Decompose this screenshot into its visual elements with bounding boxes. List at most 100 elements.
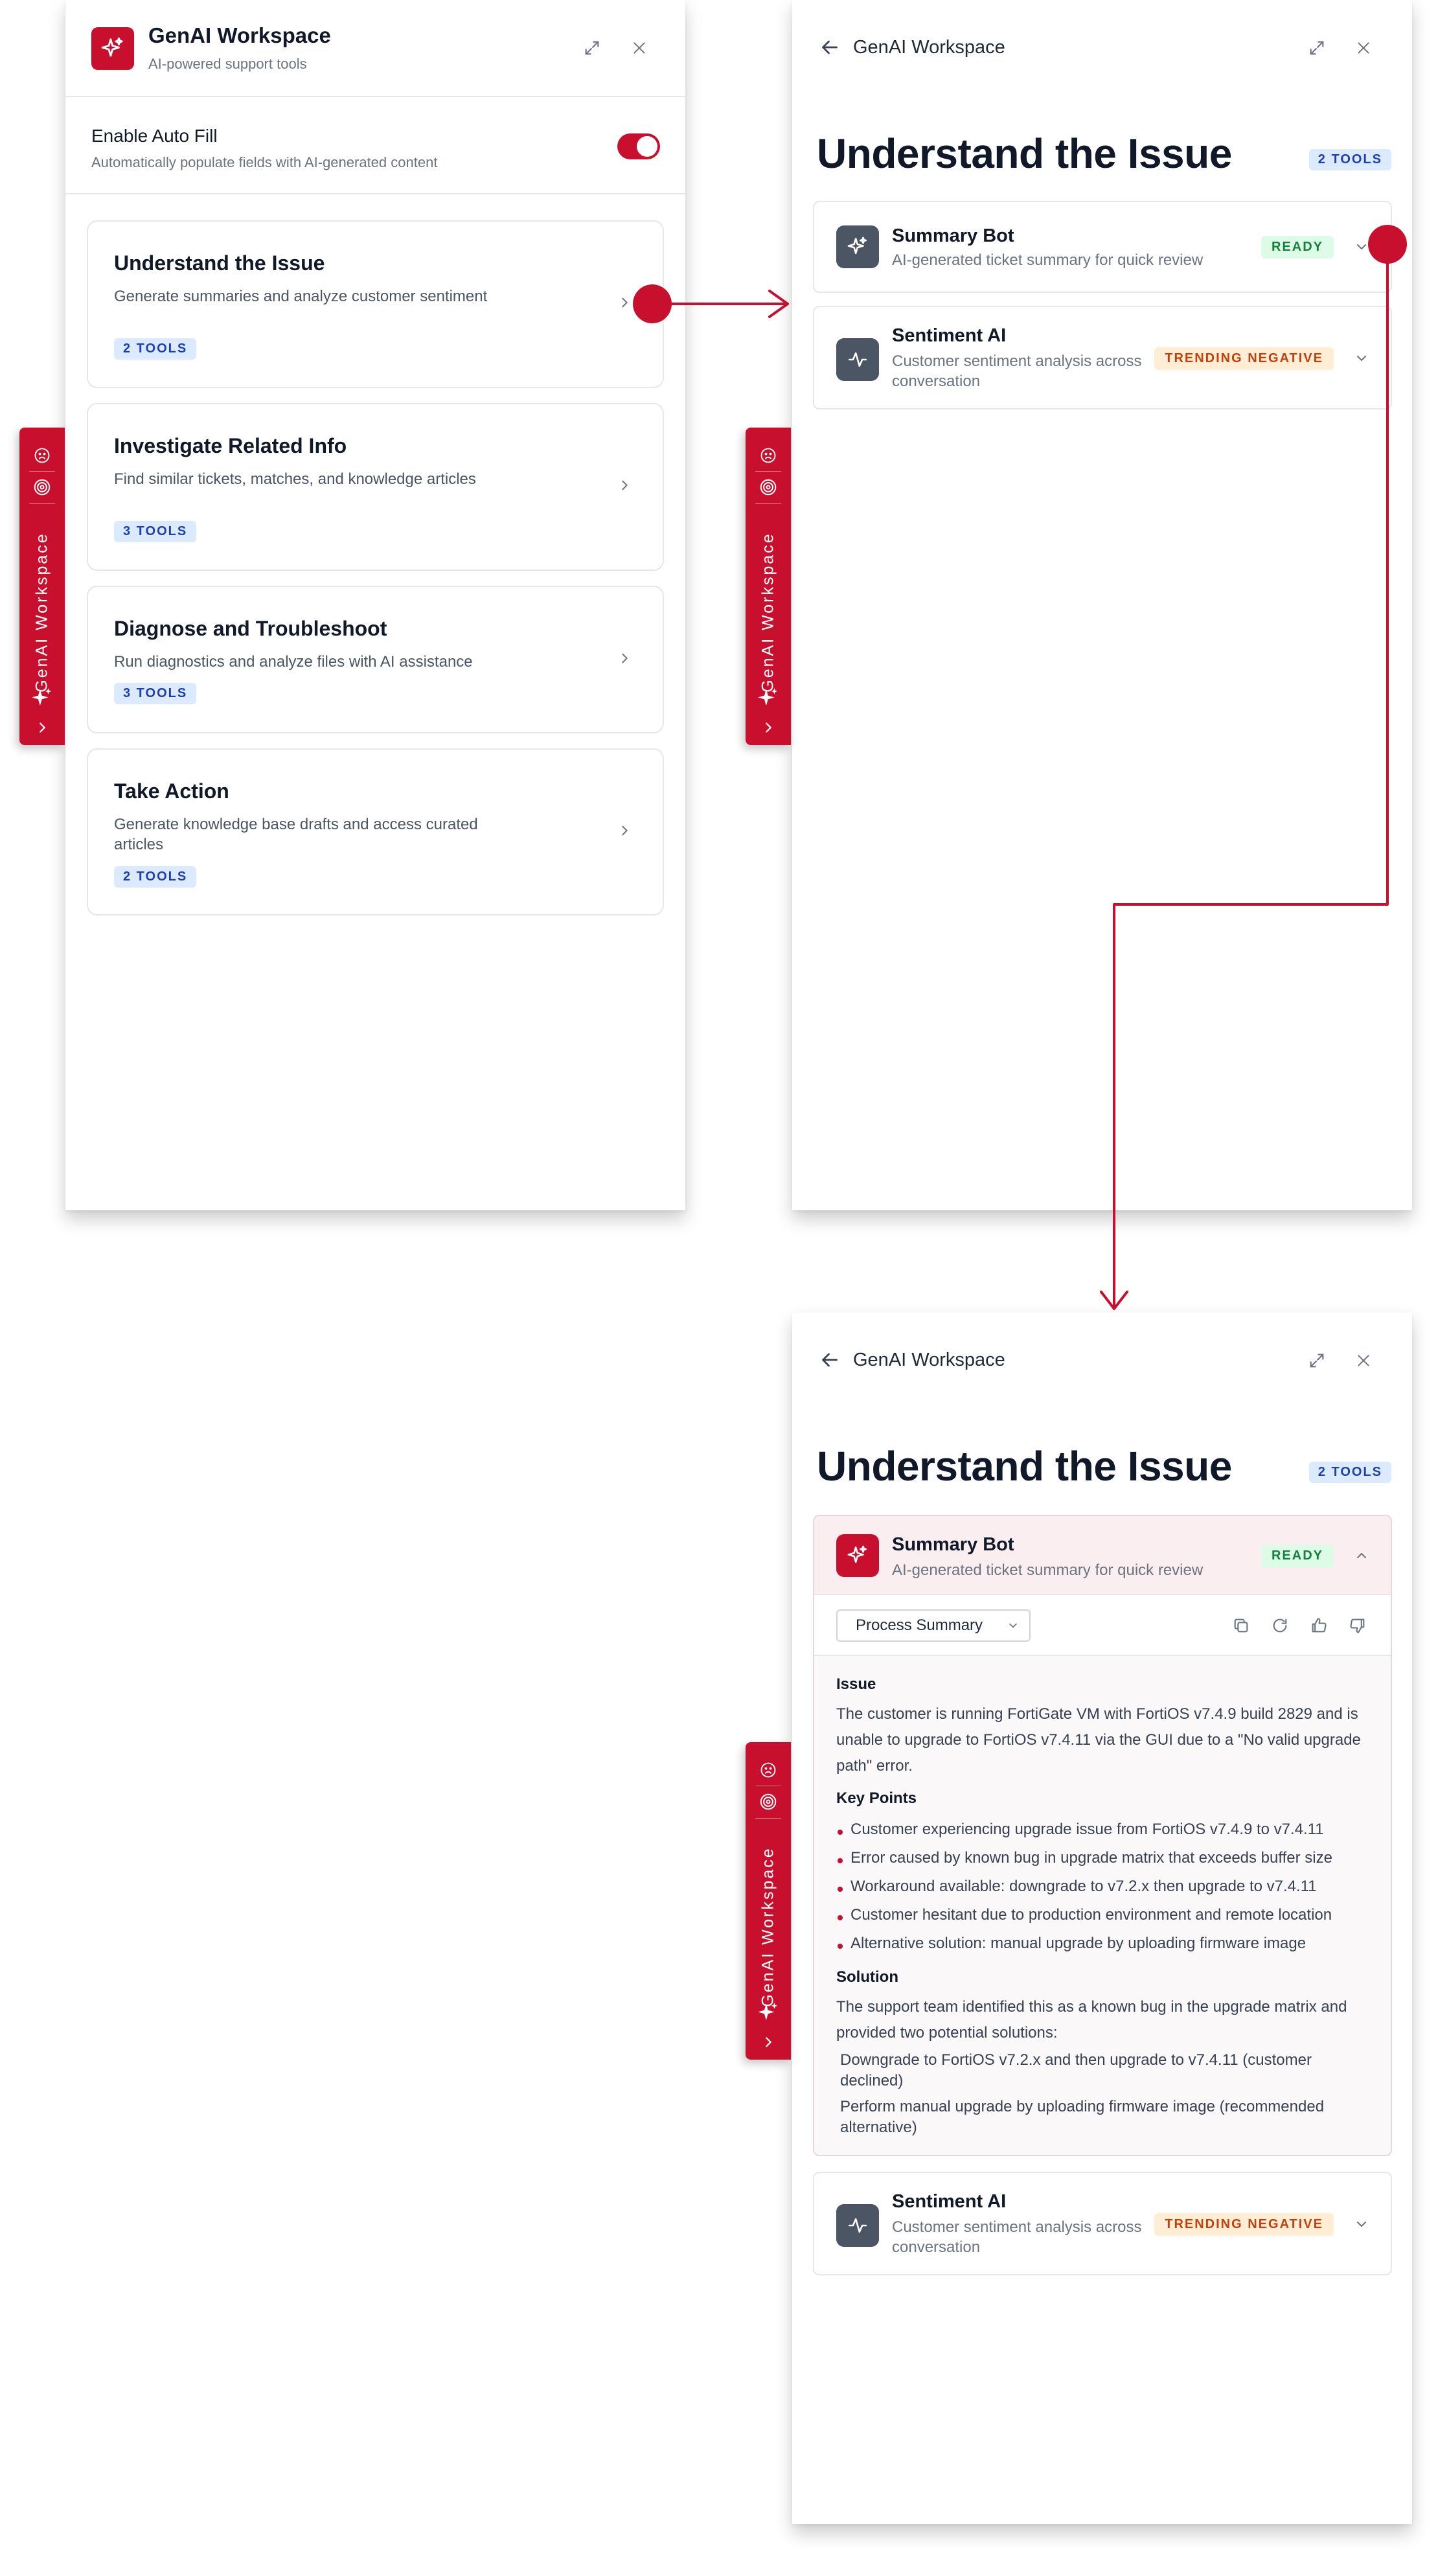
category-card-investigate[interactable]: Investigate Related Info Find similar ti…: [87, 403, 664, 571]
expand-button[interactable]: [1304, 35, 1330, 61]
key-point-item: Alternative solution: manual upgrade by …: [836, 1929, 1369, 1958]
tools-count-badge: 2 TOOLS: [114, 338, 197, 360]
genai-side-rail[interactable]: GenAI Workspace: [19, 428, 65, 745]
solution-item: Downgrade to FortiOS v7.2.x and then upg…: [840, 2051, 1312, 2089]
rail-divider: [29, 471, 55, 472]
key-point-item: Customer hesitant due to production envi…: [836, 1901, 1369, 1929]
auto-fill-description: Automatically populate fields with AI-ge…: [91, 154, 438, 170]
genai-side-rail[interactable]: GenAI Workspace: [746, 428, 791, 745]
section-title: Understand the Issue: [817, 1443, 1232, 1489]
tool-card-sentiment-ai[interactable]: Sentiment AI Customer sentiment analysis…: [813, 2172, 1392, 2275]
expand-button[interactable]: [579, 35, 605, 61]
tool-name: Sentiment AI: [892, 2191, 1007, 2212]
close-icon: [1358, 42, 1369, 54]
category-card-take-action[interactable]: Take Action Generate knowledge base draf…: [87, 748, 664, 915]
sparkle-icon[interactable]: [746, 1998, 791, 2028]
chevron-up-icon[interactable]: [1352, 1546, 1371, 1565]
category-description: Generate knowledge base drafts and acces…: [114, 816, 478, 853]
chevron-down-icon[interactable]: [1352, 2214, 1371, 2234]
genai-side-rail[interactable]: GenAI Workspace: [746, 1742, 791, 2060]
auto-fill-setting: Enable Auto Fill Automatically populate …: [65, 97, 685, 194]
back-navigation[interactable]: GenAI Workspace: [818, 36, 1005, 59]
close-button[interactable]: [1351, 1348, 1376, 1374]
summary-type-select[interactable]: Process Summary: [836, 1609, 1031, 1642]
chevron-right-icon[interactable]: [746, 718, 791, 737]
tool-card-summary-bot[interactable]: Summary Bot AI-generated ticket summary …: [813, 201, 1392, 293]
sad-face-icon[interactable]: [746, 1758, 791, 1782]
category-description: Find similar tickets, matches, and knowl…: [114, 470, 476, 488]
target-icon[interactable]: [19, 476, 65, 499]
key-point-item: Customer experiencing upgrade issue from…: [836, 1815, 1369, 1844]
tool-card-summary-bot-expanded: Summary Bot AI-generated ticket summary …: [813, 1515, 1392, 2156]
target-icon[interactable]: [746, 476, 791, 499]
chevron-right-icon[interactable]: [746, 2032, 791, 2052]
sparkle-icon: [101, 37, 123, 57]
sparkle-icon[interactable]: [746, 684, 791, 713]
key-point-item: Workaround available: downgrade to v7.2.…: [836, 1872, 1369, 1901]
close-icon: [1358, 1355, 1369, 1366]
thumbs-up-button[interactable]: [1308, 1615, 1330, 1637]
status-badge: READY: [1261, 236, 1334, 259]
rail-divider: [29, 503, 55, 504]
sparkle-icon: [836, 225, 879, 268]
solution-heading: Solution: [836, 1968, 898, 1986]
connector-node: [1368, 225, 1407, 264]
rail-label: GenAI Workspace: [759, 1846, 777, 2007]
refresh-button[interactable]: [1269, 1615, 1291, 1637]
arrow-left-icon: [822, 1353, 838, 1367]
category-description: Run diagnostics and analyze files with A…: [114, 653, 473, 671]
rail-divider: [755, 471, 781, 472]
chevron-right-icon: [615, 821, 634, 840]
status-badge: TRENDING NEGATIVE: [1154, 347, 1334, 370]
connector-a-to-b: [670, 290, 789, 318]
key-point-item: Error caused by known bug in upgrade mat…: [836, 1844, 1369, 1872]
close-button[interactable]: [1351, 35, 1376, 61]
rail-label: GenAI Workspace: [32, 532, 51, 693]
target-icon[interactable]: [746, 1790, 791, 1813]
pulse-icon: [836, 2204, 879, 2247]
sad-face-icon[interactable]: [19, 444, 65, 467]
expand-icon: [1310, 1353, 1324, 1368]
tools-count-badge: 3 TOOLS: [114, 683, 197, 704]
tool-card-header[interactable]: Summary Bot AI-generated ticket summary …: [814, 1516, 1391, 1595]
solution-item: Perform manual upgrade by uploading firm…: [840, 2098, 1325, 2136]
auto-fill-toggle[interactable]: [617, 133, 660, 159]
sad-face-icon[interactable]: [746, 444, 791, 467]
tool-name: Sentiment AI: [892, 325, 1007, 346]
rail-label: GenAI Workspace: [759, 532, 777, 693]
category-title: Investigate Related Info: [114, 434, 347, 457]
expand-button[interactable]: [1304, 1348, 1330, 1374]
connector-node: [633, 284, 672, 323]
panel-header: GenAI Workspace AI-powered support tools: [65, 0, 685, 97]
expand-icon: [1310, 41, 1324, 55]
issue-text: The customer is running FortiGate VM wit…: [836, 1705, 1361, 1775]
refresh-icon: [1273, 1618, 1287, 1633]
toggle-knob: [637, 136, 657, 157]
auto-fill-title: Enable Auto Fill: [91, 126, 218, 146]
tool-description: Customer sentiment analysis across conve…: [892, 2218, 1142, 2256]
tools-count-badge: 2 TOOLS: [1308, 1462, 1391, 1483]
back-navigation[interactable]: GenAI Workspace: [818, 1348, 1005, 1372]
copy-button[interactable]: [1230, 1615, 1252, 1637]
key-points-heading: Key Points: [836, 1789, 917, 1807]
close-icon: [633, 42, 645, 54]
arrow-left-icon: [822, 40, 838, 54]
tool-description: AI-generated ticket summary for quick re…: [892, 1561, 1204, 1579]
tool-name: Summary Bot: [892, 225, 1014, 246]
workspace-panel-category: GenAI Workspace Understand the Issue 2 T…: [792, 0, 1412, 1210]
select-value: Process Summary: [856, 1616, 983, 1634]
expand-icon: [585, 41, 599, 55]
tool-card-sentiment-ai[interactable]: Sentiment AI Customer sentiment analysis…: [813, 306, 1392, 409]
sparkle-icon[interactable]: [19, 684, 65, 713]
thumbs-down-button[interactable]: [1347, 1615, 1369, 1637]
category-title: Diagnose and Troubleshoot: [114, 617, 387, 640]
close-button[interactable]: [626, 35, 652, 61]
category-title: Understand the Issue: [114, 251, 325, 275]
chevron-right-icon[interactable]: [19, 718, 65, 737]
app-title: GenAI Workspace: [148, 23, 331, 47]
back-label: GenAI Workspace: [853, 36, 1005, 58]
category-card-diagnose[interactable]: Diagnose and Troubleshoot Run diagnostic…: [87, 586, 664, 733]
category-title: Take Action: [114, 779, 229, 803]
chevron-down-icon[interactable]: [1352, 349, 1371, 368]
category-card-understand[interactable]: Understand the Issue Generate summaries …: [87, 220, 664, 388]
